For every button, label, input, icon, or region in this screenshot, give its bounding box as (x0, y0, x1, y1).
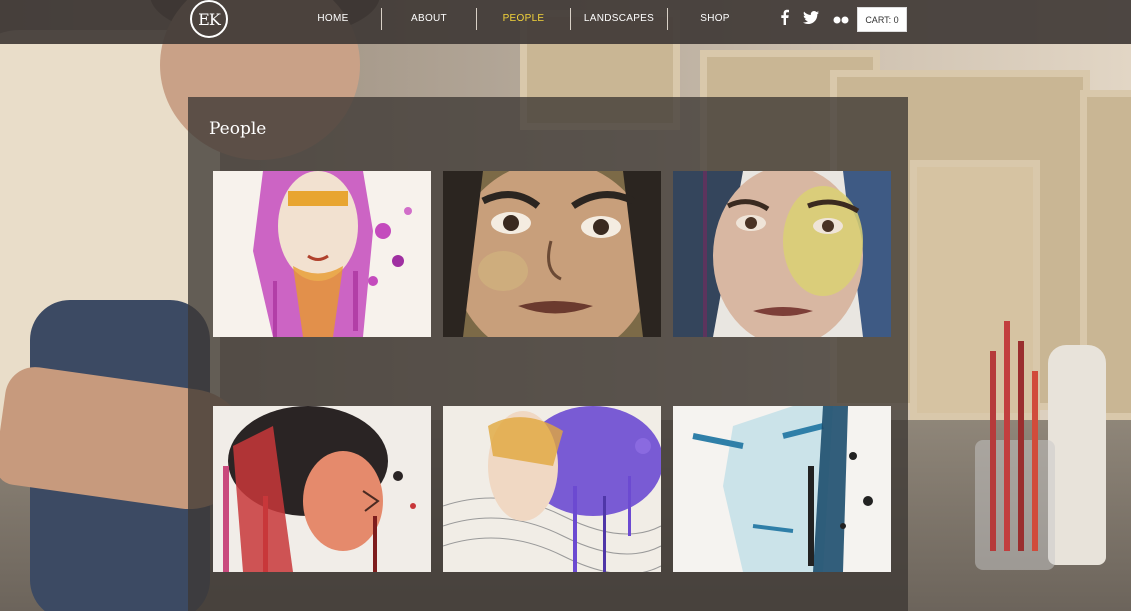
nav-landscapes[interactable]: LANDSCAPES (571, 8, 667, 30)
paint-brush (1032, 371, 1038, 551)
gallery-thumb-portrait-red-profile[interactable] (213, 406, 431, 572)
twitter-icon[interactable] (803, 10, 819, 29)
nav-people[interactable]: PEOPLE (477, 8, 570, 30)
page-title: People (209, 119, 267, 139)
gallery-thumb-portrait-blue-man[interactable] (673, 406, 891, 572)
gallery-panel: People (188, 97, 908, 611)
paint-brush (1018, 341, 1024, 551)
nav-home[interactable]: HOME (300, 8, 366, 30)
nav-about[interactable]: ABOUT (382, 8, 476, 30)
gallery-thumb-portrait-child[interactable] (443, 171, 661, 337)
facebook-icon[interactable] (780, 9, 789, 30)
gallery-thumb-portrait-purple-hair[interactable] (443, 406, 661, 572)
gallery-thumb-portrait-magenta-drips[interactable] (213, 171, 431, 337)
site-header: EK HOME ABOUT PEOPLE LANDSCAPES SHOP CAR… (0, 0, 1131, 44)
paint-bottle (1048, 345, 1106, 565)
main-nav: HOME ABOUT PEOPLE LANDSCAPES SHOP (300, 0, 762, 38)
paint-brush (1004, 321, 1010, 551)
flickr-icon[interactable] (833, 11, 849, 29)
logo[interactable]: EK (190, 0, 228, 38)
brush-jar (975, 440, 1055, 570)
nav-shop[interactable]: SHOP (668, 8, 762, 30)
cart-button[interactable]: CART: 0 (857, 7, 907, 32)
gallery-thumb-portrait-yellow-face[interactable] (673, 171, 891, 337)
paint-brush (990, 351, 996, 551)
social-links (780, 9, 849, 30)
